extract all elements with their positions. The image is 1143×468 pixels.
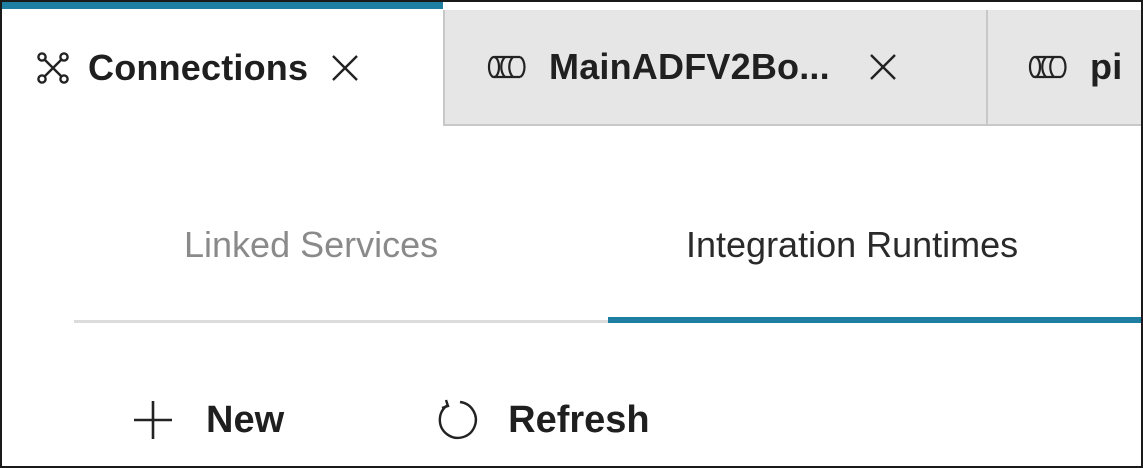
refresh-icon	[434, 397, 480, 443]
toolbar: New Refresh	[130, 380, 800, 460]
close-icon[interactable]	[868, 52, 898, 82]
subtab-integration-runtimes[interactable]: Integration Runtimes	[608, 200, 1141, 290]
connections-icon	[36, 51, 70, 85]
close-icon[interactable]	[330, 53, 360, 83]
pipeline-icon	[1028, 54, 1068, 80]
pipeline-icon	[487, 54, 527, 80]
refresh-button[interactable]: Refresh	[434, 397, 650, 443]
tab-label: Connections	[88, 46, 309, 88]
subtab-label: Linked Services	[184, 224, 439, 265]
connections-subtabs: Linked Services Integration Runtimes	[74, 200, 1141, 326]
tab-label: pi	[1090, 46, 1123, 87]
tab-strip: Connections MainADFV2Bo... pi	[2, 2, 1141, 126]
connections-panel: Connections MainADFV2Bo... pi Linked Ser…	[0, 0, 1143, 468]
refresh-button-label: Refresh	[508, 398, 650, 441]
plus-icon	[130, 397, 176, 443]
tab-pipeline-pi[interactable]: pi	[986, 10, 1141, 126]
new-button[interactable]: New	[130, 397, 284, 443]
subtab-label: Integration Runtimes	[686, 224, 1019, 265]
tab-connections[interactable]: Connections	[2, 2, 443, 126]
tab-label: MainADFV2Bo...	[549, 46, 830, 87]
subtab-linked-services[interactable]: Linked Services	[184, 200, 504, 290]
tab-pipeline-mainadfv2[interactable]: MainADFV2Bo...	[443, 10, 986, 126]
selected-subtab-indicator	[608, 317, 1141, 323]
new-button-label: New	[206, 398, 285, 441]
